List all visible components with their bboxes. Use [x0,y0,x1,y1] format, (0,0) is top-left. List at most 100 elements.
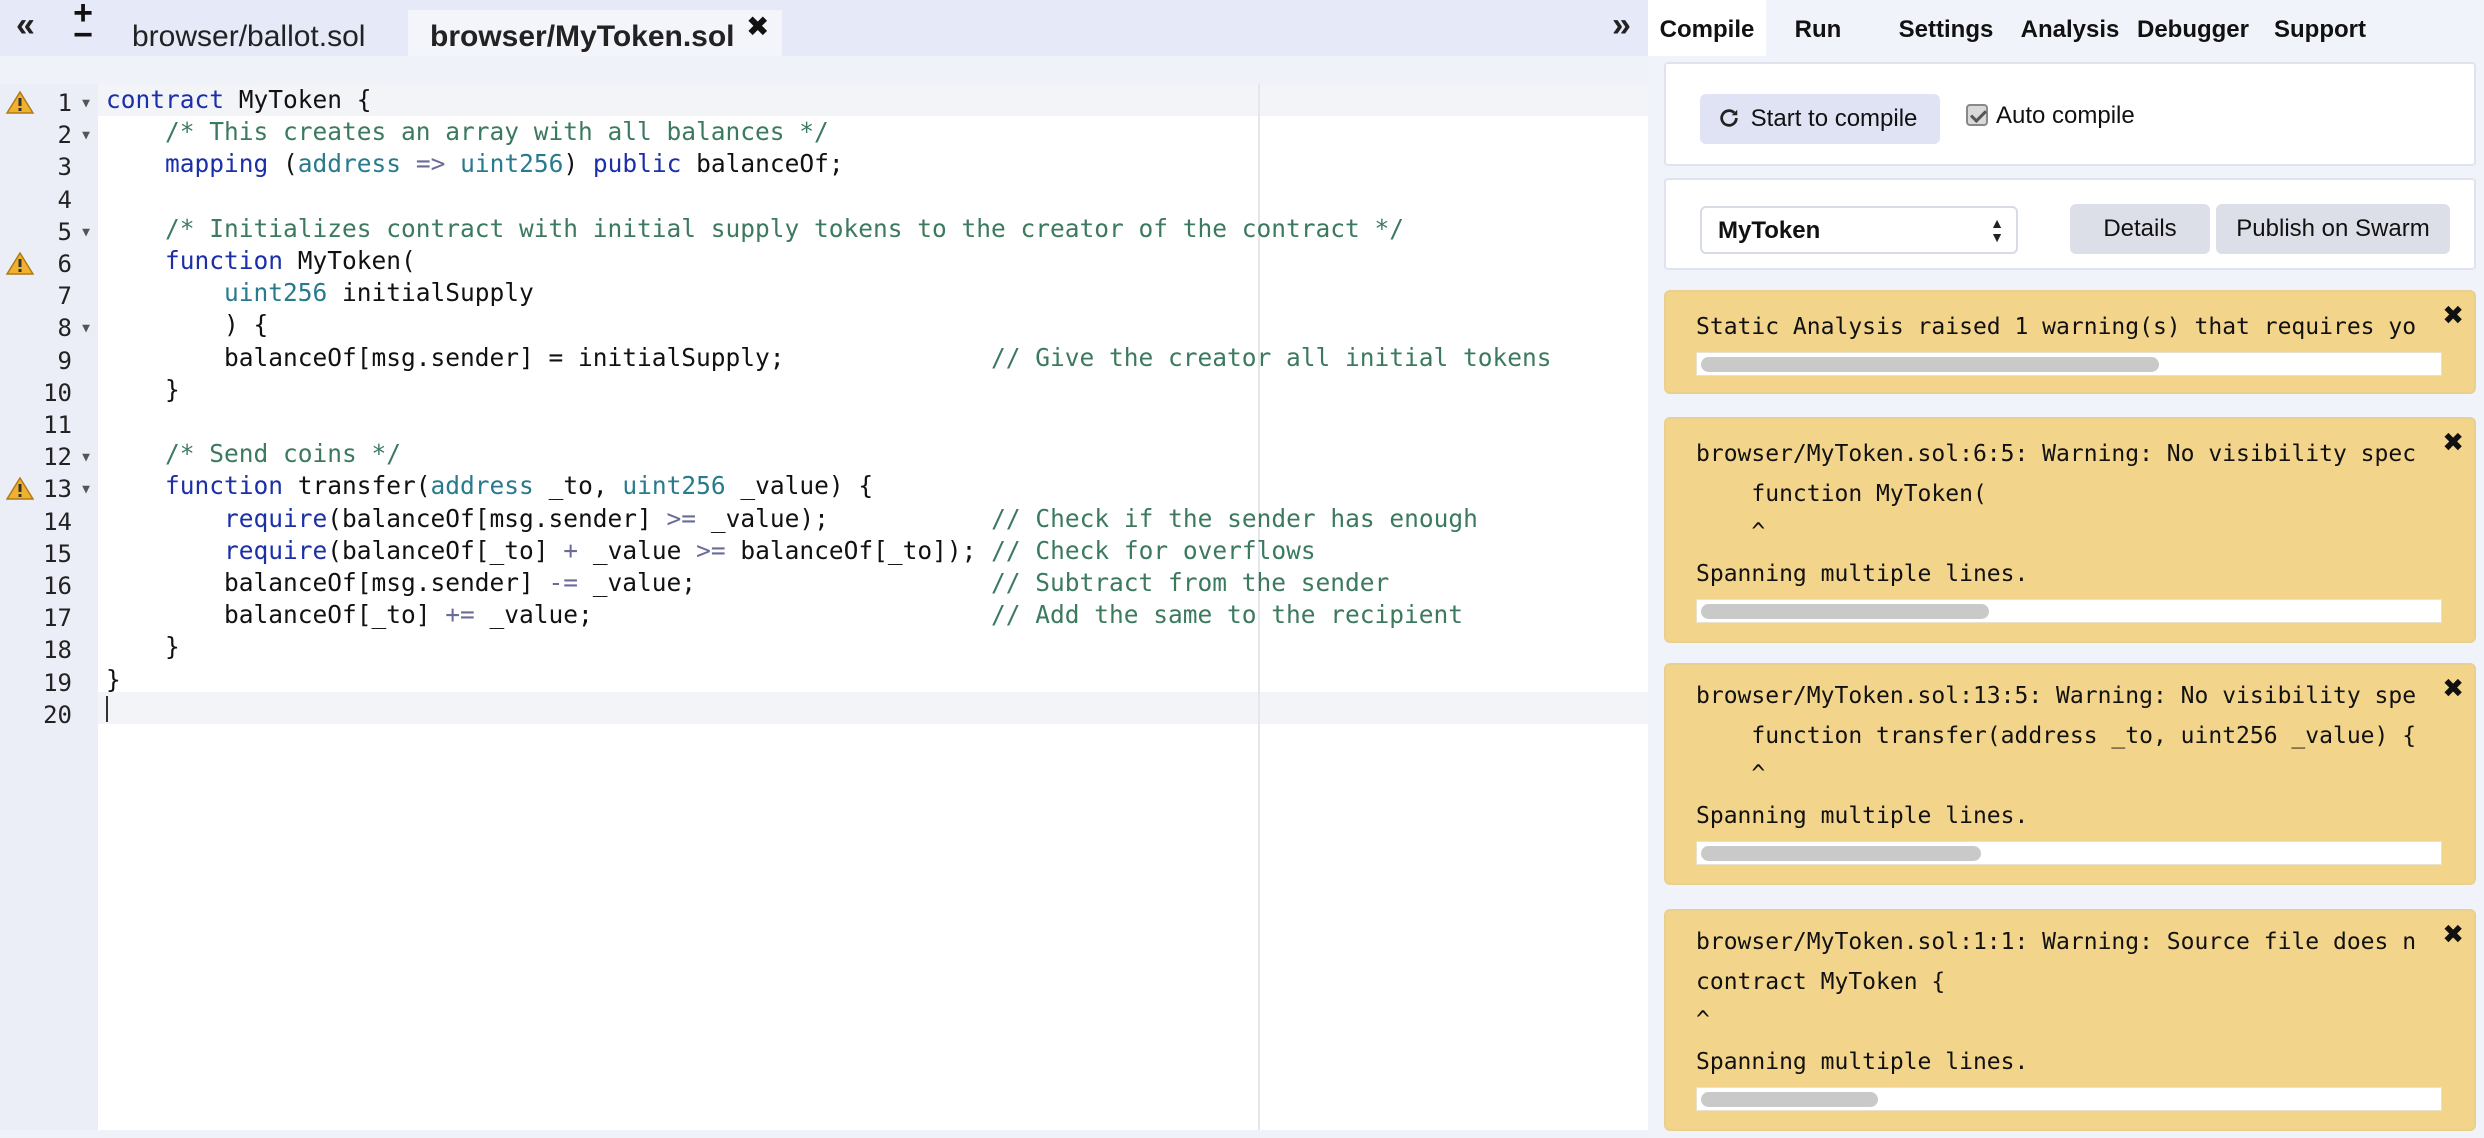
code-line: balanceOf[msg.sender] -= _value; // Subt… [106,568,1390,597]
warning-note: Spanning multiple lines. [1696,803,2029,829]
line-number: 3 [57,153,72,182]
auto-compile-label: Auto compile [1996,102,2135,129]
gutter-line: 10 [0,376,98,408]
refresh-icon [1720,109,1738,127]
close-icon[interactable]: ✖ [2442,427,2464,458]
tab-mytoken-sol[interactable]: browser/MyToken.sol [408,10,782,56]
line-number: 1 [57,89,72,117]
gutter-line: 12 ▼ [0,440,98,472]
horizontal-scrollbar[interactable] [1696,841,2442,865]
text-cursor [106,696,108,722]
start-compile-label: Start to compile [1750,105,1918,132]
line-number: 12 [43,443,72,472]
tab-debugger[interactable]: Debugger [2130,0,2256,56]
start-compile-button[interactable]: Start to compile [1700,94,1940,144]
compile-warning-2: browser/MyToken.sol:13:5: Warning: No vi… [1664,663,2476,885]
line-number: 17 [43,604,72,633]
tab-settings[interactable]: Settings [1890,0,2002,56]
line-number: 10 [43,378,72,407]
line-number: 5 [57,217,72,246]
warning-caret: ^ [1696,761,1766,787]
close-icon[interactable]: ✖ [2442,300,2464,331]
warning-caret: ^ [1696,519,1766,545]
gutter-line: 9 [0,344,98,376]
file-tab-bar: « + − browser/ballot.sol browser/MyToken… [0,0,1648,56]
auto-compile-checkbox[interactable] [1966,104,1988,126]
gutter-line: 15 [0,537,98,569]
scrollbar-thumb[interactable] [1701,846,1982,861]
line-number: 15 [43,539,72,568]
publish-swarm-button[interactable]: Publish on Swarm [2216,204,2450,254]
line-number: 20 [43,700,72,729]
code-line: } [106,632,180,662]
gutter-line: 16 [0,569,98,601]
gutter-line: 19 [0,666,98,698]
warning-icon[interactable] [6,476,34,501]
warning-location: browser/MyToken.sol:13:5: Warning: No vi… [1696,683,2417,709]
gutter-line: 5 ▼ [0,215,98,247]
line-number: 4 [57,185,72,214]
compile-warning-1: browser/MyToken.sol:6:5: Warning: No vis… [1664,417,2476,643]
right-panel: Compile Run Settings Analysis Debugger S… [1648,0,2484,1138]
code-line: function MyToken( [165,246,416,275]
warning-icon[interactable] [6,90,34,114]
code-line: /* Send coins */ [165,439,402,469]
line-number: 8 [57,314,72,343]
auto-compile-option: Auto compile [1966,102,2135,130]
code-line: balanceOf[_to] += _value; // Add the sam… [106,600,1464,630]
warning-icon[interactable] [6,251,34,275]
fold-arrow-icon[interactable]: ▼ [82,225,90,240]
code-line: } [106,664,121,694]
gutter-line: 17 [0,601,98,633]
code-line: contract MyToken { [106,85,372,114]
horizontal-scrollbar[interactable] [1696,352,2442,376]
horizontal-scrollbar[interactable] [1696,599,2442,623]
close-icon[interactable]: ✖ [2442,919,2464,950]
code-line: /* This creates an array with all balanc… [165,117,829,147]
warning-note: Spanning multiple lines. [1696,1049,2029,1075]
remove-file-button[interactable]: − [68,18,98,52]
contract-controls: MyToken ▲ ▼ Details Publish on Swarm [1664,178,2476,270]
warning-location: browser/MyToken.sol:1:1: Warning: Source… [1696,929,2417,955]
tab-support[interactable]: Support [2258,0,2382,56]
line-number: 6 [57,250,72,278]
double-chevron-right-icon[interactable]: » [1612,6,1631,45]
gutter-line: 6 [0,247,98,279]
tab-run[interactable]: Run [1770,0,1866,56]
scrollbar-thumb[interactable] [1701,604,1989,619]
gutter-line: 3 [0,150,98,182]
line-number: 11 [43,411,72,439]
gutter-line: 2 ▼ [0,118,98,150]
line-number: 14 [43,507,72,536]
static-analysis-text: Static Analysis raised 1 warning(s) that… [1696,314,2417,340]
line-number: 13 [43,475,72,504]
warning-source-line: contract MyToken { [1696,969,1946,995]
contract-select[interactable]: MyToken ▲ ▼ [1700,206,2018,254]
fold-arrow-icon[interactable]: ▼ [82,450,90,465]
line-number: 7 [57,282,72,311]
fold-arrow-icon[interactable]: ▼ [82,321,90,336]
code-editor[interactable]: 1 ▼ 2 ▼ 3 4 5 ▼ 6 7 8 ▼ 9 10 11 12 ▼ 13 ▼ 14 15 16 17 18 19 20 co… [0,84,1648,1130]
code-line: } [106,374,180,404]
gutter-line: 14 [0,505,98,537]
scrollbar-thumb[interactable] [1701,357,2159,372]
fold-arrow-icon[interactable]: ▼ [82,482,90,497]
details-button[interactable]: Details [2070,204,2210,254]
tab-compile[interactable]: Compile [1648,0,1766,56]
tab-analysis[interactable]: Analysis [2012,0,2128,56]
gutter-line: 7 [0,279,98,311]
tab-ballot-sol[interactable]: browser/ballot.sol [110,10,396,56]
fold-arrow-icon[interactable]: ▼ [82,96,90,111]
gutter-line: 8 ▼ [0,311,98,343]
close-icon[interactable]: ✖ [2442,673,2464,704]
gutter-line: 4 [0,183,98,215]
file-add-remove-controls: + − [68,0,98,52]
code-line: /* Initializes contract with initial sup… [165,213,1405,243]
compile-warning-3: browser/MyToken.sol:1:1: Warning: Source… [1664,909,2476,1131]
close-tab-icon[interactable]: ✖ [746,10,769,43]
line-gutter: 1 ▼ 2 ▼ 3 4 5 ▼ 6 7 8 ▼ 9 10 11 12 ▼ 13 ▼ 14 15 16 17 18 19 20 [0,84,98,1130]
double-chevron-left-icon[interactable]: « [16,6,35,45]
scrollbar-thumb[interactable] [1701,1092,1879,1107]
horizontal-scrollbar[interactable] [1696,1087,2442,1111]
fold-arrow-icon[interactable]: ▼ [82,128,90,143]
